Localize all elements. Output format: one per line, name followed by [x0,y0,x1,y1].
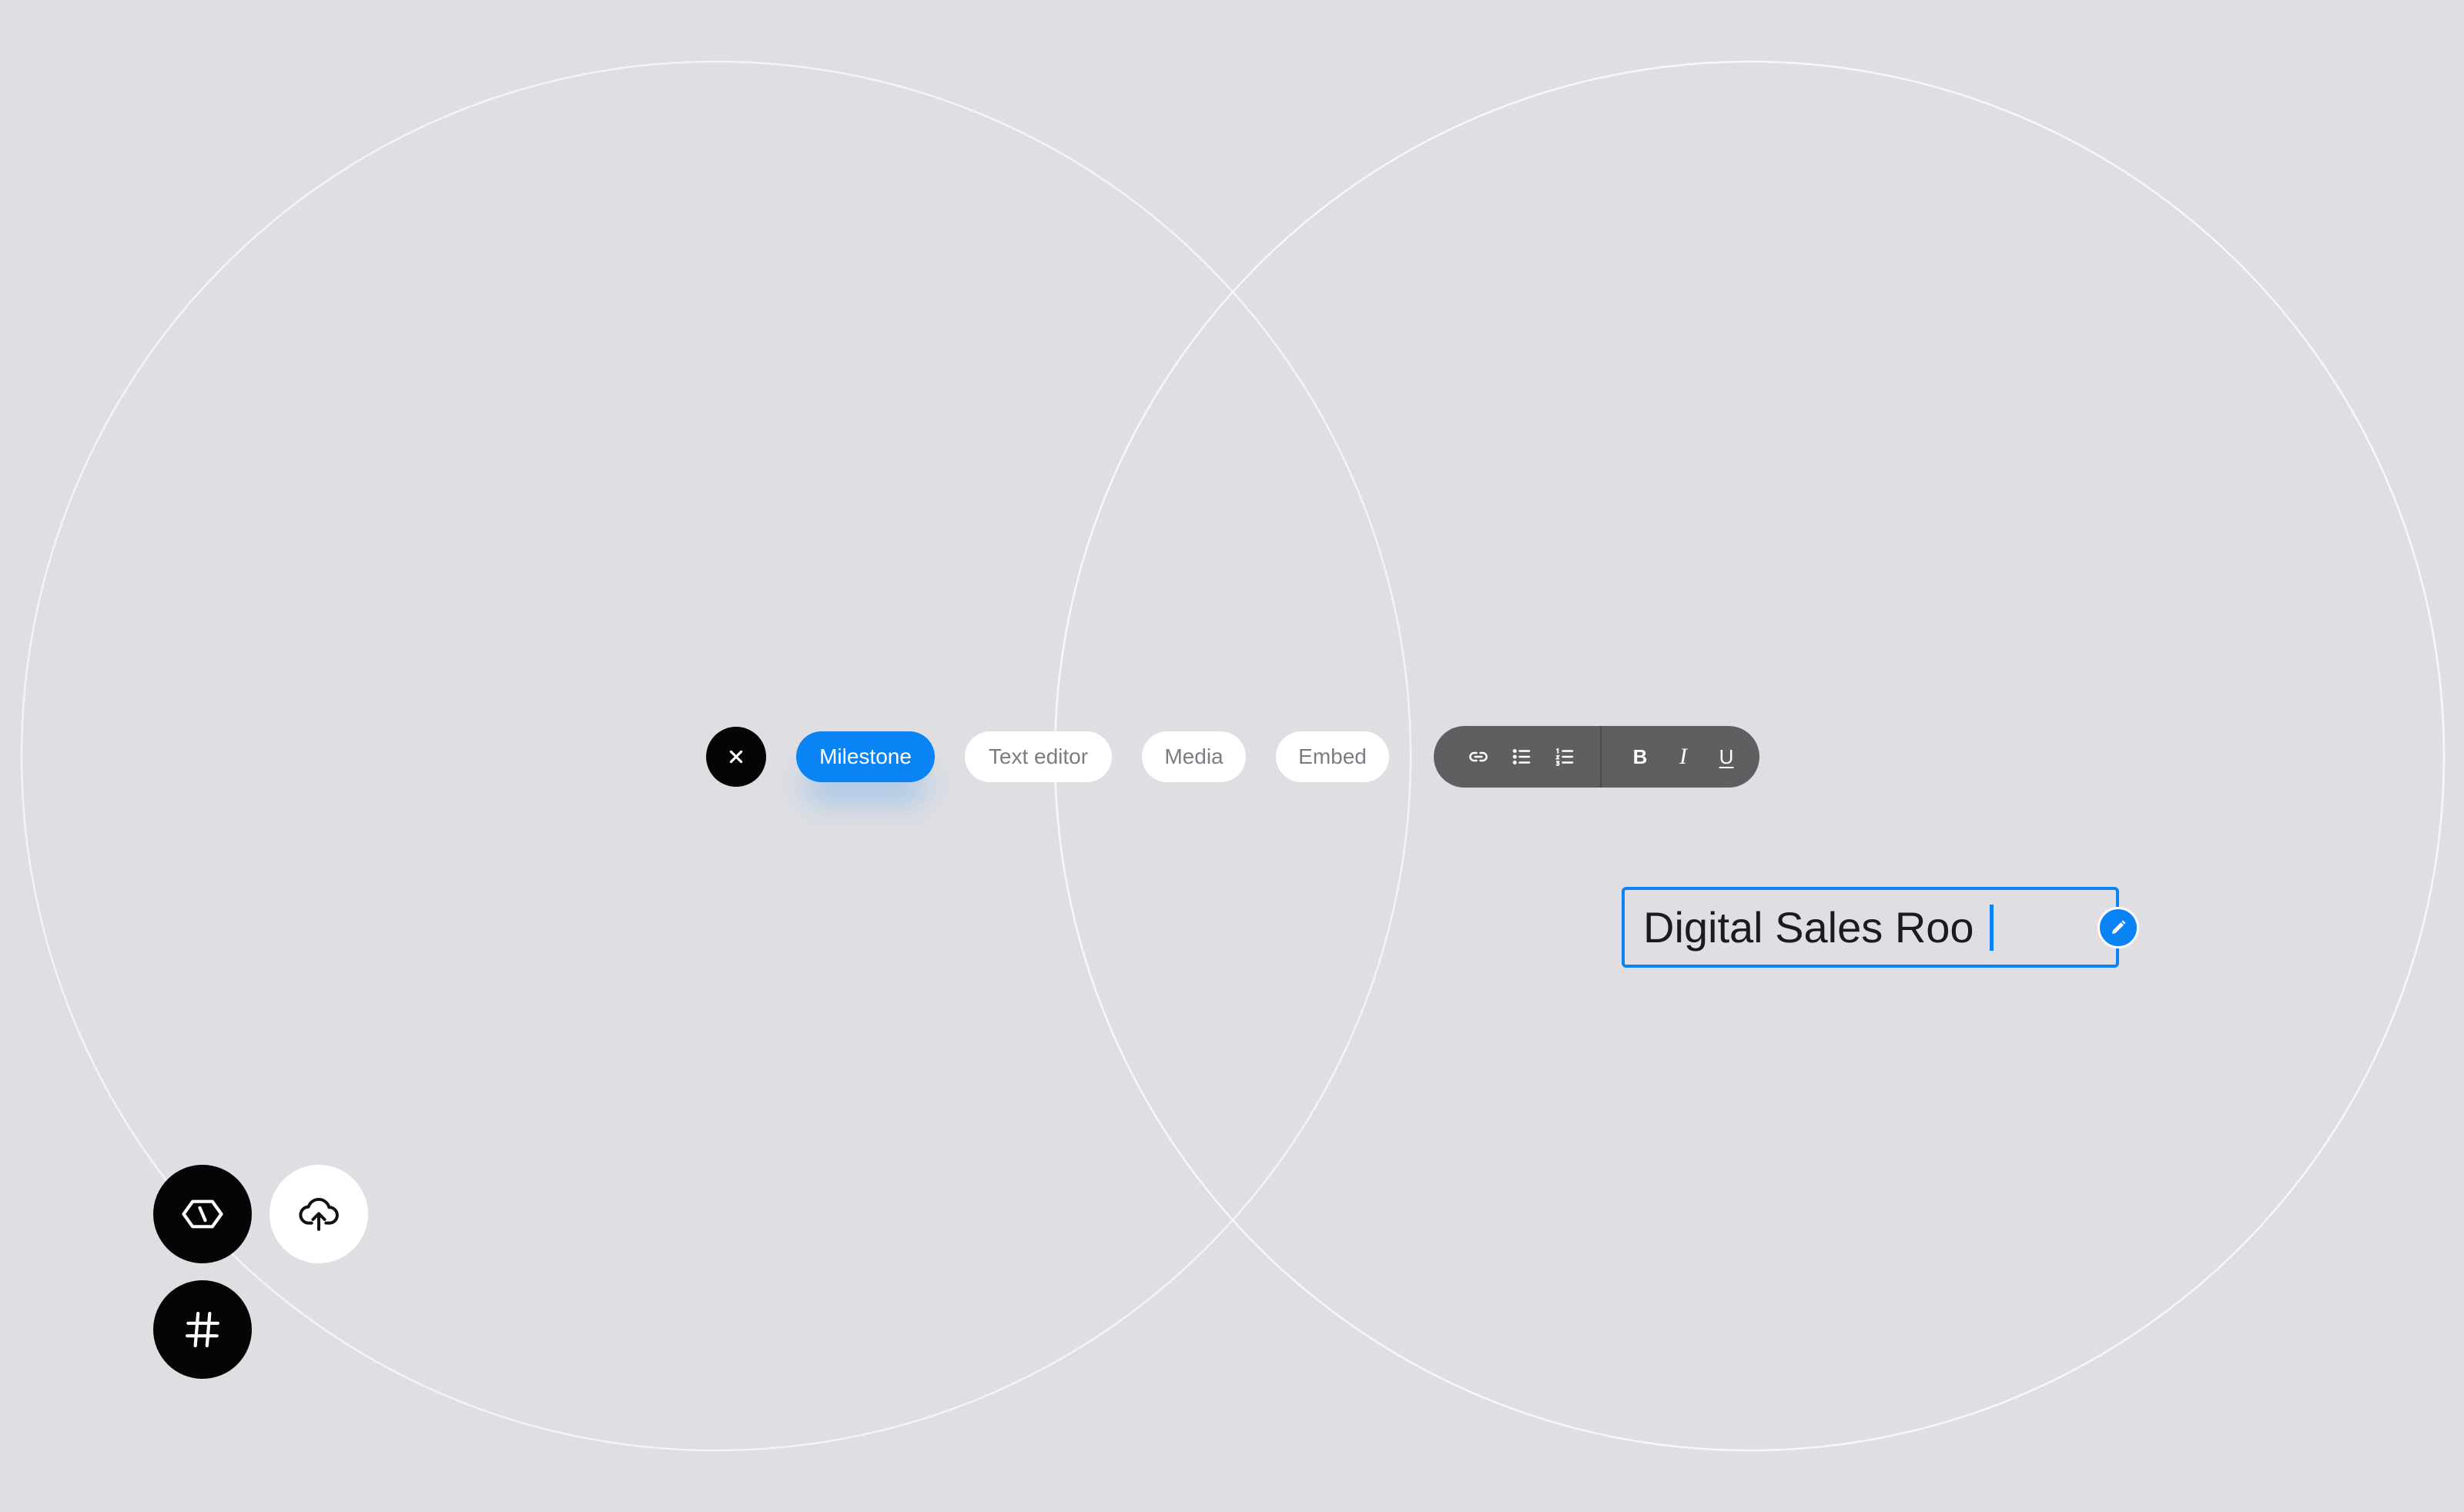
edit-button[interactable] [2097,907,2139,948]
tab-embed-label: Embed [1298,744,1367,768]
title-input-value: Digital Sales Roo [1643,902,1974,952]
numbered-list-icon [1555,748,1574,766]
underline-button[interactable]: U [1705,735,1748,778]
hashtag-button[interactable] [153,1280,252,1379]
link-icon [1469,751,1488,762]
bold-label: B [1632,744,1648,768]
tab-milestone[interactable]: Milestone [796,731,935,782]
bulleted-list-button[interactable] [1500,735,1543,778]
tab-media-label: Media [1164,744,1224,768]
code-hexagon-icon [182,1199,223,1229]
link-button[interactable] [1457,735,1500,778]
text-caret [1989,904,1994,951]
close-icon [729,750,743,764]
canvas[interactable]: Milestone Text editor Media Embed B I U … [0,0,2464,1512]
tab-media[interactable]: Media [1142,731,1246,782]
tab-embed[interactable]: Embed [1276,731,1389,782]
bulleted-list-icon [1512,749,1531,764]
format-divider [1600,726,1602,788]
upload-button[interactable] [270,1165,368,1263]
pencil-icon [2112,920,2126,934]
hash-icon [186,1311,219,1348]
code-block-button[interactable] [153,1165,252,1263]
underline-label: U [1719,744,1734,768]
title-input[interactable]: Digital Sales Roo [1622,887,2119,968]
close-button[interactable] [706,727,766,787]
italic-label: I [1679,744,1687,769]
cloud-upload-icon [299,1197,339,1231]
bold-button[interactable]: B [1619,735,1662,778]
italic-button[interactable]: I [1662,735,1705,778]
numbered-list-button[interactable] [1543,735,1586,778]
tab-text-editor-label: Text editor [988,744,1089,768]
tab-text-editor[interactable]: Text editor [965,731,1112,782]
tab-milestone-label: Milestone [819,744,912,768]
format-toolbar: B I U [1434,726,1759,788]
